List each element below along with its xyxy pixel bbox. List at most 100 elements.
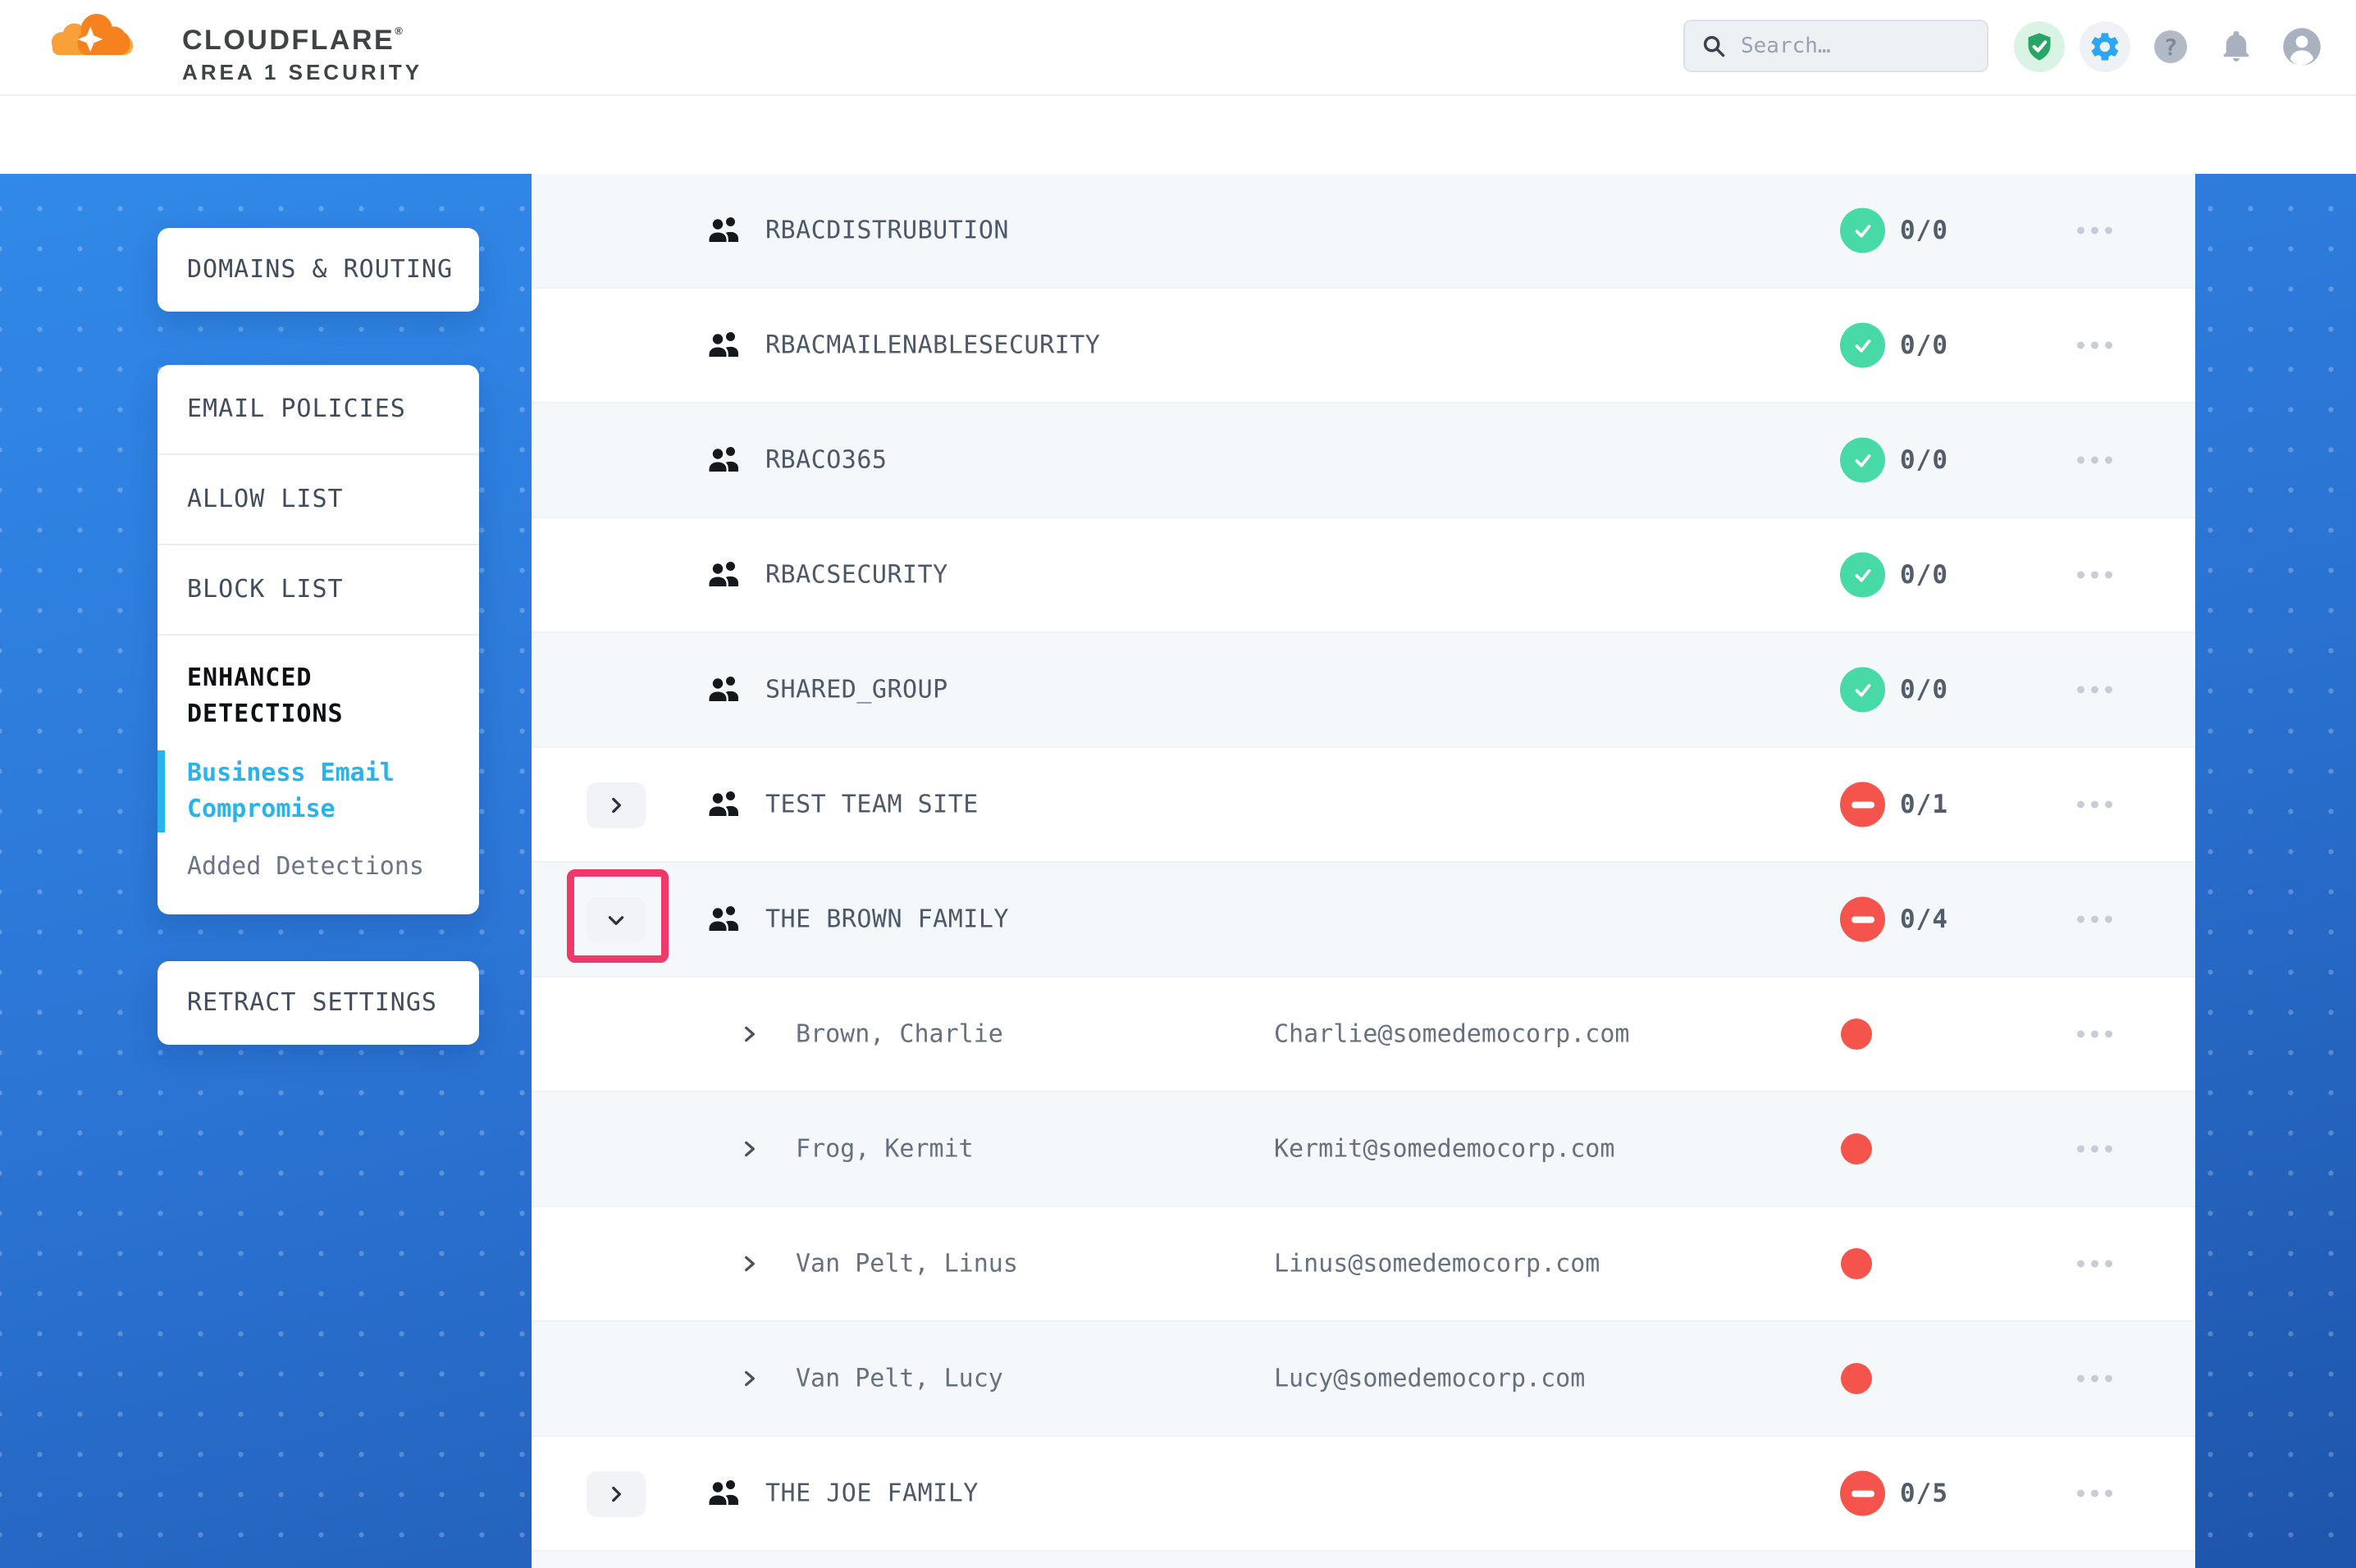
status-badge [1840, 668, 1885, 713]
group-name: RBACMAILENABLESECURITY [765, 331, 1100, 360]
sidebar-item-business-email-compromise[interactable]: Business Email Compromise [158, 755, 479, 827]
minus-icon [1851, 916, 1874, 923]
check-icon [1851, 218, 1875, 243]
row-menu-button[interactable] [2077, 572, 2112, 579]
search-input[interactable] [1739, 33, 1956, 59]
group-icon [708, 1479, 741, 1508]
row-menu-button[interactable] [2077, 342, 2112, 349]
table-row: THE BROWN FAMILY 0/4 [532, 863, 2195, 978]
sidebar-card-policies: EMAIL POLICIES ALLOW LIST BLOCK LIST ENH… [158, 365, 479, 914]
table-row: RBACMAILENABLESECURITY 0/0 [532, 289, 2195, 403]
row-menu-button[interactable] [2077, 1490, 2112, 1497]
cloudflare-cloud-icon [44, 8, 139, 62]
member-email: Kermit@somedemocorp.com [1274, 1135, 1614, 1164]
expand-button[interactable] [587, 782, 646, 828]
check-icon [1851, 448, 1875, 472]
group-name: RBACO365 [765, 446, 888, 475]
row-menu-button[interactable] [2077, 1146, 2112, 1153]
row-menu-button[interactable] [2077, 916, 2112, 923]
status-dot [1841, 1248, 1872, 1279]
member-name: Brown, Charlie [796, 1020, 1003, 1049]
table-row: RBACDISTRUBUTION 0/0 [532, 174, 2195, 289]
row-menu-button[interactable] [2077, 1260, 2112, 1268]
member-count: 0/0 [1900, 216, 1948, 245]
sidebar-item-added-detections[interactable]: Added Detections [158, 849, 479, 914]
row-menu-button[interactable] [2077, 1375, 2112, 1383]
group-name: RBACSECURITY [765, 561, 948, 590]
chevron-right-icon[interactable] [739, 1253, 760, 1274]
table-row: SHARED_GROUP 0/0 [532, 633, 2195, 748]
gear-icon[interactable] [2080, 21, 2130, 72]
group-icon [708, 216, 741, 245]
table-row-member: Brown, Charlie Charlie@somedemocorp.com [532, 978, 2195, 1092]
sidebar-item-domains-routing[interactable]: DOMAINS & ROUTING [158, 228, 479, 312]
chevron-right-icon[interactable] [739, 1023, 760, 1045]
table-row: THE JOE FAMILY 0/5 [532, 1437, 2195, 1552]
minus-icon [1851, 801, 1874, 808]
table-row: RBACO365 0/0 [532, 403, 2195, 518]
avatar-icon[interactable] [2276, 21, 2327, 72]
member-name: Van Pelt, Linus [796, 1250, 1018, 1279]
sidebar-item-allow-list[interactable]: ALLOW LIST [158, 455, 479, 545]
sidebar-card-domains: DOMAINS & ROUTING [158, 228, 479, 312]
expand-button[interactable] [587, 897, 646, 943]
member-count: 0/0 [1900, 675, 1948, 704]
member-count: 0/5 [1900, 1479, 1948, 1508]
header-icon-cluster: ? [2014, 21, 2327, 72]
group-name: THE JOE FAMILY [765, 1479, 979, 1508]
group-name: TEST TEAM SITE [765, 791, 979, 819]
app-window: CLOUDFLARE® AREA 1 SECURITY [0, 0, 2356, 1568]
chevron-down-icon [605, 909, 627, 931]
status-badge [1840, 897, 1885, 942]
group-icon [708, 790, 741, 819]
group-name: THE BROWN FAMILY [765, 905, 1009, 934]
table-row-member: Van Pelt, Linus Linus@somedemocorp.com [532, 1207, 2195, 1322]
member-name: Frog, Kermit [796, 1135, 974, 1164]
sidebar-item-retract-settings[interactable]: RETRACT SETTINGS [158, 961, 479, 1045]
member-email: Linus@somedemocorp.com [1274, 1250, 1600, 1279]
table-row-member: Van Pelt, Lucy Lucy@somedemocorp.com [532, 1322, 2195, 1437]
row-menu-button[interactable] [2077, 457, 2112, 464]
sidebar-card-retract: RETRACT SETTINGS [158, 961, 479, 1045]
shield-check-icon[interactable] [2014, 21, 2065, 72]
row-menu-button[interactable] [2077, 227, 2112, 235]
member-count: 0/0 [1900, 330, 1948, 360]
groups-table-panel: RBACDISTRUBUTION 0/0 RBACMAILENABLESECUR… [532, 174, 2195, 1568]
member-email: Charlie@somedemocorp.com [1274, 1020, 1629, 1049]
sidebar-item-email-policies[interactable]: EMAIL POLICIES [158, 365, 479, 455]
status-dot [1841, 1133, 1872, 1165]
check-icon [1851, 677, 1875, 702]
table-row-partial [532, 1552, 2195, 1568]
app-header: CLOUDFLARE® AREA 1 SECURITY [0, 0, 2356, 96]
status-badge [1840, 782, 1885, 827]
table-row: TEST TEAM SITE 0/1 [532, 748, 2195, 863]
member-count: 0/1 [1900, 790, 1948, 819]
chevron-right-icon[interactable] [739, 1138, 760, 1160]
row-menu-button[interactable] [2077, 686, 2112, 694]
member-email: Lucy@somedemocorp.com [1274, 1365, 1585, 1393]
expand-button[interactable] [587, 1471, 646, 1517]
status-badge [1840, 438, 1885, 483]
chevron-right-icon [605, 1484, 627, 1505]
status-badge [1840, 208, 1885, 253]
sidebar-item-block-list[interactable]: BLOCK LIST [158, 545, 479, 636]
top-nav [386, 0, 543, 94]
member-count: 0/0 [1900, 560, 1948, 590]
check-icon [1851, 563, 1875, 587]
search-box[interactable] [1683, 20, 1988, 72]
status-badge [1840, 1471, 1885, 1516]
check-icon [1851, 333, 1875, 358]
group-icon [708, 905, 741, 934]
groups-table: RBACDISTRUBUTION 0/0 RBACMAILENABLESECUR… [532, 174, 2195, 1568]
row-menu-button[interactable] [2077, 801, 2112, 809]
minus-icon [1851, 1490, 1874, 1497]
help-icon[interactable]: ? [2145, 21, 2196, 72]
bell-icon[interactable] [2211, 21, 2262, 72]
row-menu-button[interactable] [2077, 1031, 2112, 1038]
group-icon [708, 675, 741, 704]
group-name: SHARED_GROUP [765, 676, 948, 704]
sidebar-item-enhanced-detections[interactable]: ENHANCED DETECTIONS [158, 636, 479, 732]
table-row-member: Frog, Kermit Kermit@somedemocorp.com [532, 1092, 2195, 1207]
chevron-right-icon[interactable] [739, 1368, 760, 1389]
table-row: RBACSECURITY 0/0 [532, 518, 2195, 633]
